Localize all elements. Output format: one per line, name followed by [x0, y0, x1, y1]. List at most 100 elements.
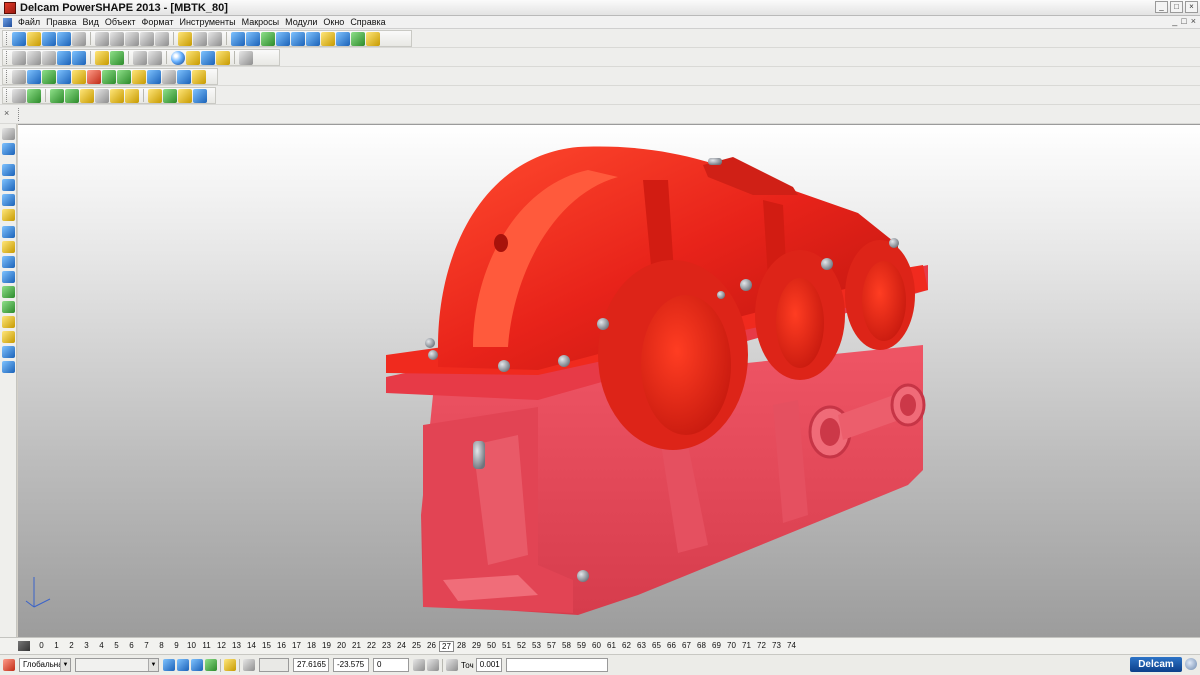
workplane-icon[interactable]	[3, 659, 15, 671]
snap-icon[interactable]	[224, 659, 236, 671]
level-item[interactable]: 12	[214, 641, 229, 652]
level-item[interactable]: 2	[64, 641, 79, 652]
level-item[interactable]: 74	[784, 641, 799, 652]
offset-icon[interactable]	[80, 88, 94, 103]
quick-select-icon[interactable]	[2, 143, 15, 155]
coord-z-field[interactable]: 0	[373, 658, 409, 672]
coord-y-field[interactable]: -23.575	[333, 658, 369, 672]
select-arrow-icon[interactable]	[2, 128, 15, 140]
filter-dimensions-icon[interactable]	[2, 316, 15, 328]
maximize-button[interactable]: □	[1170, 1, 1183, 13]
calculator-icon[interactable]	[413, 659, 425, 671]
mirror-icon[interactable]	[148, 88, 162, 103]
levels-icon[interactable]	[18, 641, 30, 651]
solid-extrude-icon[interactable]	[42, 69, 56, 84]
new-file-icon[interactable]	[12, 31, 26, 46]
filter-surfaces-icon[interactable]	[2, 241, 15, 253]
solid-merge-icon[interactable]	[192, 69, 206, 84]
menu-modules[interactable]: Модули	[282, 17, 320, 27]
level-item[interactable]: 14	[244, 641, 259, 652]
view-front-icon[interactable]	[27, 50, 41, 65]
units-select[interactable]: ▼	[75, 658, 159, 672]
level-item[interactable]: 25	[409, 641, 424, 652]
level-item[interactable]: 29	[469, 641, 484, 652]
level-item[interactable]: 65	[649, 641, 664, 652]
wireframe-icon[interactable]	[201, 50, 215, 65]
assembly-icon[interactable]	[125, 88, 139, 103]
level-item[interactable]: 62	[619, 641, 634, 652]
level-item[interactable]: 16	[274, 641, 289, 652]
tolerance-icon[interactable]	[446, 659, 458, 671]
level-item[interactable]: 18	[304, 641, 319, 652]
filter-curves-icon[interactable]	[2, 256, 15, 268]
menu-macros[interactable]: Макросы	[239, 17, 283, 27]
document-icon[interactable]	[3, 17, 12, 27]
menu-view[interactable]: Вид	[80, 17, 102, 27]
edit-icon[interactable]	[140, 31, 154, 46]
paste-icon[interactable]	[125, 31, 139, 46]
zoom-icon[interactable]	[95, 50, 109, 65]
close-button[interactable]: ×	[1185, 1, 1198, 13]
open-folder-icon[interactable]	[27, 31, 41, 46]
solid-block-icon[interactable]	[12, 69, 26, 84]
filter-meshes-icon[interactable]	[2, 301, 15, 313]
solid-boolean-icon[interactable]	[72, 69, 86, 84]
undo-icon[interactable]	[178, 31, 192, 46]
level-item[interactable]: 52	[514, 641, 529, 652]
gearbox-model[interactable]	[18, 125, 1200, 637]
level-item[interactable]: 57	[544, 641, 559, 652]
shading-icon[interactable]	[191, 659, 203, 671]
arc-icon[interactable]	[306, 31, 320, 46]
toolbar-grip[interactable]	[6, 70, 9, 83]
level-item[interactable]: 66	[664, 641, 679, 652]
solid-shell-icon[interactable]	[147, 69, 161, 84]
mdi-close-button[interactable]: ×	[1191, 16, 1196, 26]
level-item[interactable]: 69	[709, 641, 724, 652]
draft-icon[interactable]	[110, 88, 124, 103]
minimize-button[interactable]: _	[1155, 1, 1168, 13]
level-item[interactable]: 24	[394, 641, 409, 652]
level-item[interactable]: 26	[424, 641, 439, 652]
level-item[interactable]: 28	[454, 641, 469, 652]
fillet-icon[interactable]	[65, 88, 79, 103]
view-settings-icon[interactable]	[177, 659, 189, 671]
level-item[interactable]: 9	[169, 641, 184, 652]
level-item[interactable]: 13	[229, 641, 244, 652]
select-surfaces-icon[interactable]	[2, 179, 15, 191]
toolbar-grip[interactable]	[6, 89, 9, 102]
copy-icon[interactable]	[110, 31, 124, 46]
limit-icon[interactable]	[50, 88, 64, 103]
select-points-icon[interactable]	[2, 209, 15, 221]
solid-tree-icon[interactable]	[162, 69, 176, 84]
level-item[interactable]: 70	[724, 641, 739, 652]
select-all-icon[interactable]	[12, 88, 26, 103]
level-item[interactable]: 6	[124, 641, 139, 652]
measure-icon[interactable]	[208, 31, 222, 46]
solid-cube-icon[interactable]	[132, 69, 146, 84]
zoom-out-icon[interactable]	[148, 50, 162, 65]
workplane-icon[interactable]	[231, 31, 245, 46]
solid-revolve-icon[interactable]	[57, 69, 71, 84]
save-icon[interactable]	[57, 31, 71, 46]
level-item[interactable]: 61	[604, 641, 619, 652]
level-item[interactable]: 17	[289, 641, 304, 652]
level-item[interactable]: 73	[769, 641, 784, 652]
zoom-in-icon[interactable]	[133, 50, 147, 65]
solid-icon[interactable]	[351, 31, 365, 46]
mesh-icon[interactable]	[205, 659, 217, 671]
input-mode-icon[interactable]	[427, 659, 439, 671]
level-item[interactable]: 68	[694, 641, 709, 652]
surface-icon[interactable]	[336, 31, 350, 46]
print-icon[interactable]	[72, 31, 86, 46]
level-item[interactable]: 3	[79, 641, 94, 652]
toolbar-grip[interactable]	[6, 51, 9, 64]
menu-tools[interactable]: Инструменты	[176, 17, 238, 27]
level-item[interactable]: 71	[739, 641, 754, 652]
cut-icon[interactable]	[95, 31, 109, 46]
level-item[interactable]: 67	[679, 641, 694, 652]
tools-icon[interactable]	[366, 31, 380, 46]
level-item[interactable]: 51	[499, 641, 514, 652]
view-side-icon[interactable]	[42, 50, 56, 65]
view-iso-icon[interactable]	[57, 50, 71, 65]
select-solids-icon[interactable]	[2, 194, 15, 206]
